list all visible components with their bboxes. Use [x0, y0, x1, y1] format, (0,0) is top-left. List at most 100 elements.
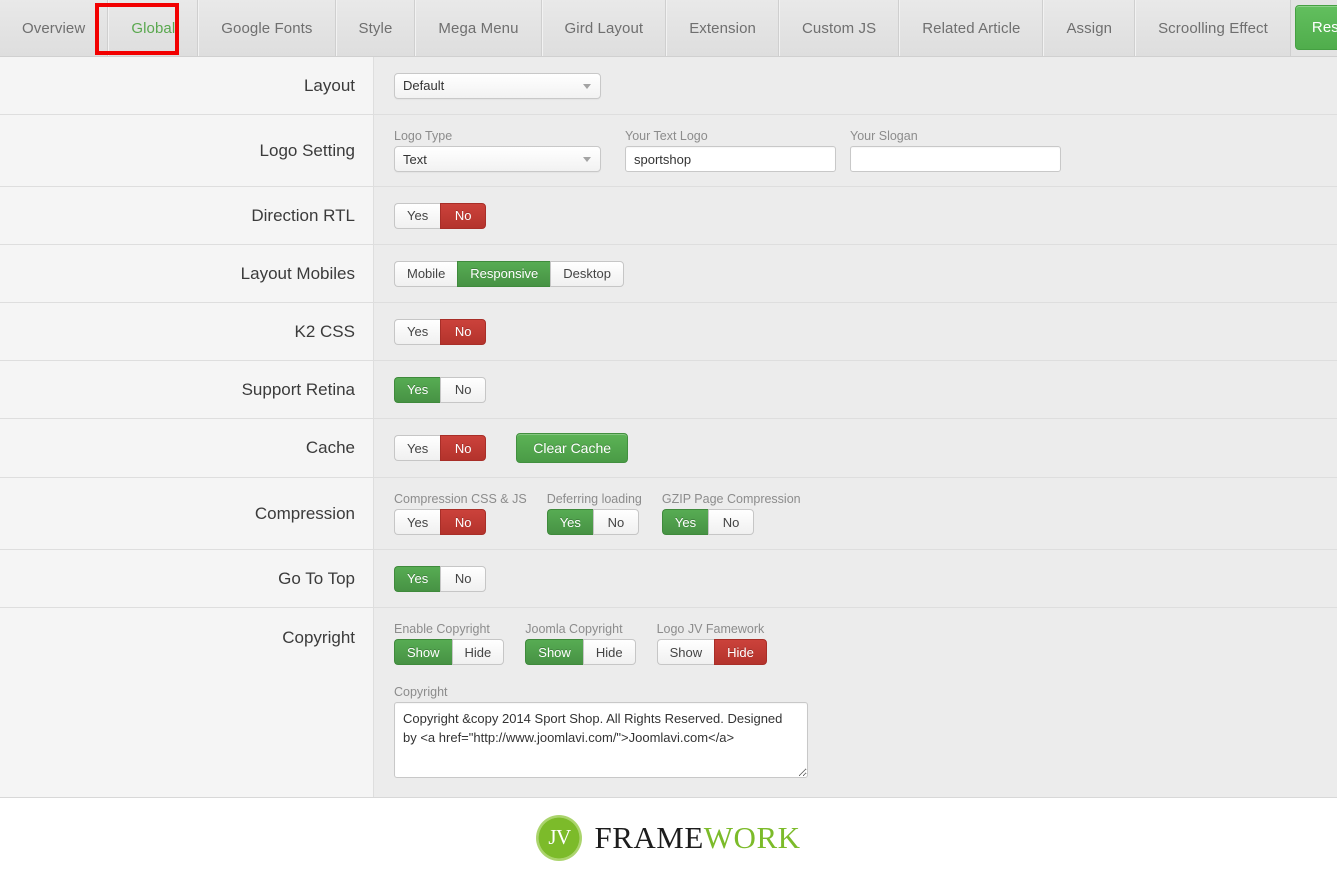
clear-cache-button[interactable]: Clear Cache	[516, 433, 629, 463]
row-control-cache: Yes No Clear Cache	[374, 419, 1337, 477]
layout-select[interactable]: Default	[394, 72, 601, 99]
logo-type-select[interactable]: Text	[394, 146, 601, 172]
enable-copyright-show[interactable]: Show	[394, 639, 452, 665]
tab-label: Extension	[689, 19, 756, 37]
footer: JV FRAMEWORK	[0, 798, 1337, 877]
logo-jv-famework-hide[interactable]: Hide	[714, 639, 767, 665]
row-control-compression: Compression CSS & JS Yes No Deferring lo…	[374, 478, 1337, 549]
row-cache: Cache Yes No Clear Cache	[0, 419, 1337, 478]
row-control-support-retina: Yes No	[374, 361, 1337, 418]
tab-overview[interactable]: Overview	[0, 0, 109, 56]
jv-mark-text: JV	[548, 825, 571, 849]
tab-google-fonts[interactable]: Google Fonts	[198, 0, 336, 56]
row-layout-mobiles: Layout Mobiles Mobile Responsive Desktop	[0, 245, 1337, 303]
direction-rtl-yes[interactable]: Yes	[394, 202, 441, 229]
go-to-top-toggle: Yes No	[394, 565, 487, 592]
row-label-k2-css: K2 CSS	[0, 303, 374, 360]
go-to-top-no[interactable]: No	[440, 565, 487, 592]
gzip-page-compression-yes[interactable]: Yes	[661, 509, 709, 535]
tab-label: Overview	[22, 19, 86, 37]
text-logo-input[interactable]	[625, 146, 836, 172]
row-control-go-to-top: Yes No	[374, 550, 1337, 607]
text-logo-label: Your Text Logo	[625, 129, 708, 143]
joomla-copyright-toggle: Show Hide	[525, 639, 636, 665]
gzip-page-compression-toggle: Yes No	[661, 509, 755, 535]
row-control-k2-css: Yes No	[374, 303, 1337, 360]
k2-css-no[interactable]: No	[440, 318, 487, 345]
tab-label: Mega Menu	[438, 19, 519, 37]
layout-mobiles-mobile[interactable]: Mobile	[394, 260, 458, 287]
row-direction-rtl: Direction RTL Yes No	[0, 187, 1337, 245]
row-control-logo-setting: Logo Type Text Your Text Logo Your Sloga…	[374, 115, 1337, 186]
brand-name-green: WORK	[703, 819, 801, 855]
row-label-layout-mobiles: Layout Mobiles	[0, 245, 374, 302]
tab-label: Global	[131, 19, 176, 37]
compression-css-js-label: Compression CSS & JS	[394, 492, 527, 506]
jv-circle-icon: JV	[536, 814, 583, 861]
gzip-page-compression-label: GZIP Page Compression	[661, 492, 801, 506]
deferring-loading-group: Deferring loading Yes No	[546, 492, 642, 535]
gzip-page-compression-group: GZIP Page Compression Yes No	[661, 492, 801, 535]
direction-rtl-no[interactable]: No	[440, 202, 487, 229]
row-copyright: Copyright Enable Copyright Show Hide Joo…	[0, 608, 1337, 797]
tab-extension[interactable]: Extension	[666, 0, 779, 56]
logo-type-value: Text	[403, 151, 427, 167]
chevron-down-icon	[583, 83, 591, 89]
layout-mobiles-desktop[interactable]: Desktop	[550, 260, 624, 287]
joomla-copyright-group: Joomla Copyright Show Hide	[525, 622, 636, 665]
tab-style[interactable]: Style	[335, 0, 416, 56]
gzip-page-compression-no[interactable]: No	[708, 509, 755, 535]
brand-wordmark: FRAMEWORK	[594, 820, 800, 856]
joomla-copyright-show[interactable]: Show	[525, 639, 583, 665]
tab-label: Gird Layout	[564, 19, 644, 37]
cache-yes[interactable]: Yes	[394, 435, 441, 461]
direction-rtl-toggle: Yes No	[394, 202, 487, 229]
tab-assign[interactable]: Assign	[1043, 0, 1136, 56]
support-retina-toggle: Yes No	[394, 376, 487, 403]
slogan-group: Your Slogan	[850, 129, 1061, 172]
k2-css-yes[interactable]: Yes	[394, 318, 441, 345]
slogan-input[interactable]	[850, 146, 1061, 172]
enable-copyright-hide[interactable]: Hide	[451, 639, 505, 665]
row-label-compression: Compression	[0, 478, 374, 549]
tab-global[interactable]: Global	[108, 0, 199, 56]
tab-label: Style	[358, 19, 393, 37]
cache-no[interactable]: No	[440, 435, 487, 461]
tab-gird-layout[interactable]: Gird Layout	[541, 0, 667, 56]
joomla-copyright-label: Joomla Copyright	[525, 622, 623, 636]
jv-framework-logo: JV FRAMEWORK	[536, 814, 800, 861]
copyright-textarea[interactable]: Copyright &copy 2014 Sport Shop. All Rig…	[394, 702, 808, 778]
tab-label: Related Article	[922, 19, 1021, 37]
tab-label: Assign	[1066, 19, 1113, 37]
joomla-copyright-hide[interactable]: Hide	[582, 639, 636, 665]
enable-copyright-toggle: Show Hide	[394, 639, 505, 665]
logo-type-label: Logo Type	[394, 129, 453, 143]
compression-css-js-group: Compression CSS & JS Yes No	[394, 492, 527, 535]
layout-mobiles-responsive[interactable]: Responsive	[457, 260, 551, 287]
tab-related-article[interactable]: Related Article	[899, 0, 1044, 56]
row-label-go-to-top: Go To Top	[0, 550, 374, 607]
tab-custom-js[interactable]: Custom JS	[778, 0, 900, 56]
compression-css-js-no[interactable]: No	[440, 509, 487, 535]
layout-mobiles-toggle: Mobile Responsive Desktop	[394, 260, 624, 287]
tab-scroolling-effect[interactable]: Scroolling Effect	[1135, 0, 1291, 56]
enable-copyright-group: Enable Copyright Show Hide	[394, 622, 505, 665]
reset-to-default-button[interactable]: Reset to default	[1294, 5, 1337, 50]
deferring-loading-yes[interactable]: Yes	[546, 509, 593, 535]
logo-jv-famework-label: Logo JV Famework	[656, 622, 765, 636]
tab-label: Google Fonts	[221, 19, 313, 37]
go-to-top-yes[interactable]: Yes	[394, 565, 441, 592]
tab-label: Scroolling Effect	[1158, 19, 1268, 37]
tab-mega-menu[interactable]: Mega Menu	[415, 0, 542, 56]
compression-css-js-yes[interactable]: Yes	[394, 509, 441, 535]
support-retina-no[interactable]: No	[440, 376, 487, 403]
deferring-loading-no[interactable]: No	[592, 509, 639, 535]
row-label-cache: Cache	[0, 419, 374, 477]
logo-jv-famework-show[interactable]: Show	[656, 639, 715, 665]
tab-bar: Overview Global Google Fonts Style Mega …	[0, 0, 1337, 57]
row-control-layout-mobiles: Mobile Responsive Desktop	[374, 245, 1337, 302]
deferring-loading-label: Deferring loading	[546, 492, 642, 506]
support-retina-yes[interactable]: Yes	[394, 376, 441, 403]
logo-type-group: Logo Type Text	[394, 129, 601, 172]
row-label-logo-setting: Logo Setting	[0, 115, 374, 186]
